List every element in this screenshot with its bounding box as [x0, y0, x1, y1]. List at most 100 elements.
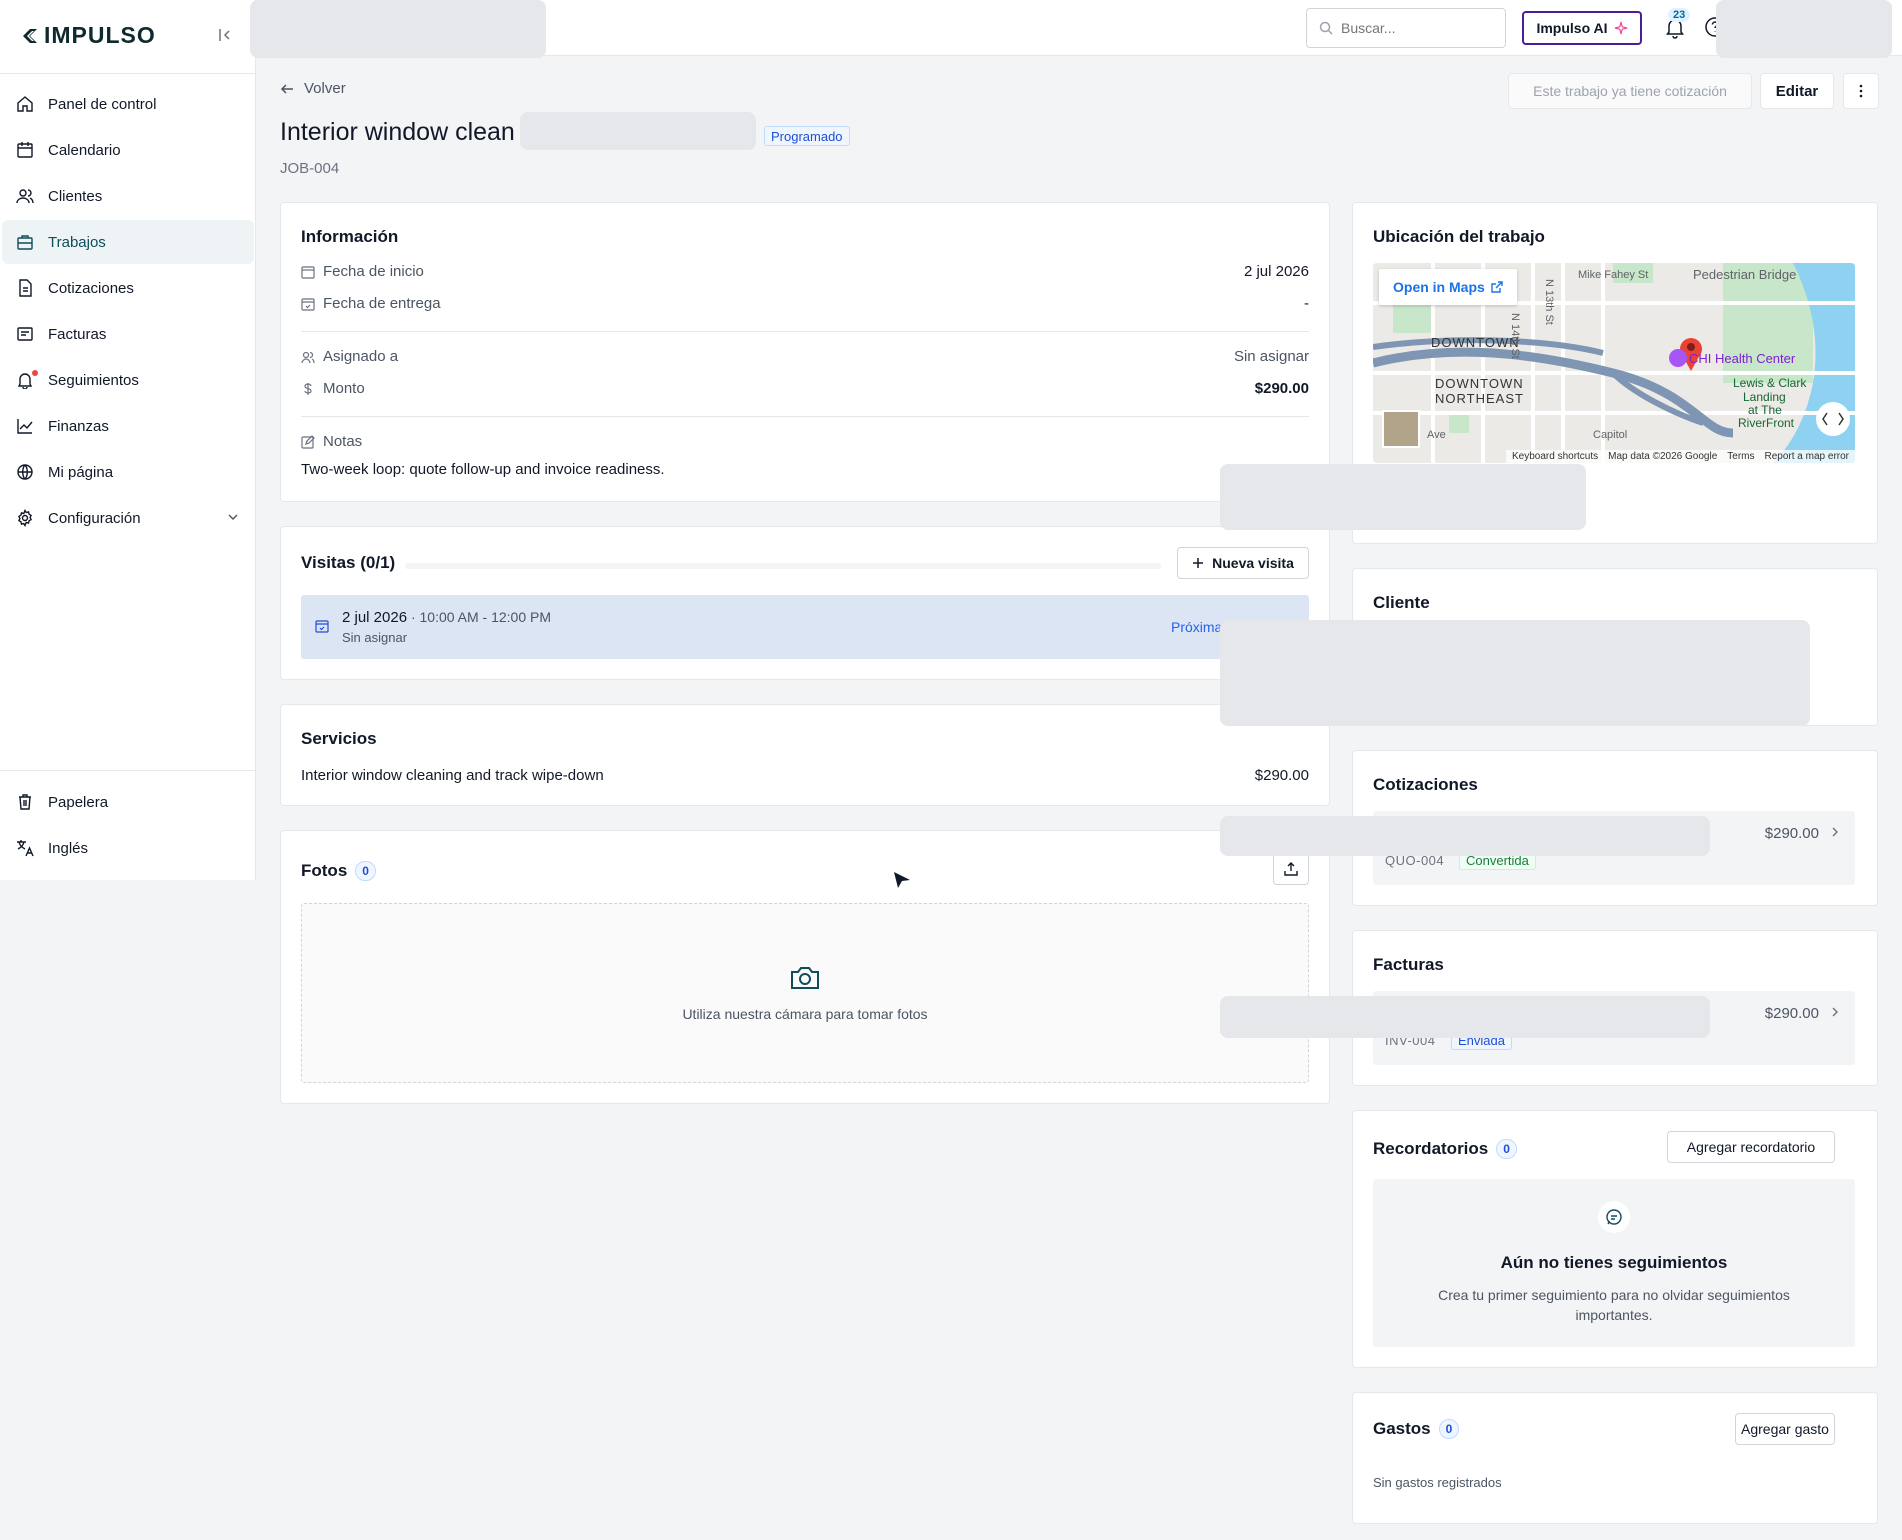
map-footer: Keyboard shortcuts Map data ©2026 Google…: [1505, 450, 1855, 463]
sidebar-item-quotes[interactable]: Cotizaciones: [2, 266, 254, 310]
expenses-empty: Sin gastos registrados: [1373, 1475, 1502, 1490]
sidebar-nav: Panel de control Calendario Clientes Tra…: [2, 82, 254, 542]
due-date-row: Fecha de entrega -: [301, 295, 1309, 312]
sidebar-item-label: Calendario: [48, 141, 121, 159]
service-name: Interior window cleaning and track wipe-…: [301, 767, 604, 784]
sidebar-item-my-page[interactable]: Mi página: [2, 450, 254, 494]
reminders-title-label: Recordatorios: [1373, 1139, 1489, 1158]
sidebar-item-trash[interactable]: Papelera: [2, 780, 254, 824]
upload-icon: [1284, 862, 1298, 876]
sidebar-item-language[interactable]: Inglés: [2, 826, 254, 870]
map-footer-shortcuts[interactable]: Keyboard shortcuts: [1512, 451, 1598, 462]
invoice-amount: $290.00: [1764, 1005, 1819, 1022]
visit-date: 2 jul 2026: [342, 609, 408, 626]
upload-photo-button[interactable]: [1273, 853, 1309, 885]
collapse-icon: [219, 29, 230, 41]
map-footer-data: Map data ©2026 Google: [1608, 451, 1718, 462]
notification-count-badge: 23: [1668, 8, 1691, 22]
sidebar-item-followups[interactable]: Seguimientos: [2, 358, 254, 402]
empty-title: Aún no tienes seguimientos: [1500, 1253, 1728, 1272]
empty-description: Crea tu primer seguimiento para no olvid…: [1438, 1287, 1790, 1323]
add-reminder-button[interactable]: Agregar recordatorio: [1667, 1131, 1835, 1163]
impulso-ai-button[interactable]: Impulso AI: [1522, 11, 1642, 45]
receipt-icon: [16, 325, 34, 343]
start-date-row: Fecha de inicio 2 jul 2026: [301, 263, 1309, 280]
globe-icon: [16, 463, 34, 481]
job-id: JOB-004: [280, 160, 340, 177]
quotes-title: Cotizaciones: [1373, 775, 1478, 794]
photos-card: Fotos 0 Utiliza nuestra cámara para toma…: [280, 830, 1330, 1104]
sidebar-bottom-divider: [0, 770, 256, 771]
home-icon: [16, 95, 34, 113]
users-icon: [301, 351, 315, 363]
photos-title: Fotos 0: [301, 861, 376, 881]
redacted-block: [1220, 996, 1710, 1038]
open-in-maps-link[interactable]: Open in Maps: [1379, 269, 1517, 305]
chart-line-icon: [16, 417, 34, 435]
edit-button[interactable]: Editar: [1760, 73, 1834, 109]
start-date-value: 2 jul 2026: [1243, 263, 1309, 280]
location-title: Ubicación del trabajo: [1373, 227, 1545, 246]
new-visit-button[interactable]: Nueva visita: [1177, 547, 1309, 579]
notes-label-row: Notas: [301, 433, 1309, 450]
assigned-row: Asignado a Sin asignar: [301, 348, 1309, 365]
map-label: NORTHEAST: [1435, 391, 1524, 406]
sidebar-item-label: Facturas: [48, 325, 107, 343]
notes-value: Two-week loop: quote follow-up and invoi…: [301, 461, 665, 478]
map-label: at The: [1748, 403, 1782, 417]
sidebar-item-jobs[interactable]: Trabajos: [2, 220, 254, 264]
invoices-title: Facturas: [1373, 955, 1444, 974]
map-label: Lewis & Clark: [1733, 376, 1807, 390]
dollar-icon: [304, 382, 312, 395]
expenses-card: Gastos 0 Agregar gasto Sin gastos regist…: [1352, 1392, 1878, 1524]
sidebar-item-label: Seguimientos: [48, 371, 139, 389]
redacted-block: [250, 0, 546, 58]
photo-dropzone[interactable]: Utiliza nuestra cámara para tomar fotos: [301, 903, 1309, 1083]
services-title: Servicios: [301, 729, 377, 748]
brand-logo[interactable]: IMPULSO: [20, 22, 156, 49]
visits-card: Visitas (0/1) Nueva visita 2 jul 2026 · …: [280, 526, 1330, 680]
briefcase-icon: [16, 233, 34, 251]
expenses-title-label: Gastos: [1373, 1419, 1431, 1438]
visit-status: Próxima: [1171, 619, 1223, 635]
map-footer-terms[interactable]: Terms: [1727, 451, 1754, 462]
job-map[interactable]: DOWNTOWN DOWNTOWN NORTHEAST CHI Health C…: [1373, 263, 1855, 463]
map-footer-report[interactable]: Report a map error: [1765, 451, 1849, 462]
assigned-value: Sin asignar: [1233, 348, 1309, 365]
map-label: DOWNTOWN: [1435, 376, 1524, 391]
trash-icon: [16, 793, 34, 811]
sidebar-item-invoices[interactable]: Facturas: [2, 312, 254, 356]
amount-label: Monto: [323, 380, 365, 397]
visit-item[interactable]: 2 jul 2026 · 10:00 AM - 12:00 PM Sin asi…: [301, 595, 1309, 659]
service-row: Interior window cleaning and track wipe-…: [301, 767, 1309, 784]
edit-note-icon: [301, 434, 315, 449]
redacted-block: [1220, 464, 1586, 530]
sidebar-item-settings[interactable]: Configuración: [2, 496, 254, 540]
assigned-label: Asignado a: [323, 348, 399, 365]
visits-title: Visitas (0/1): [301, 553, 396, 572]
sidebar-item-finances[interactable]: Finanzas: [2, 404, 254, 448]
sidebar-item-calendar[interactable]: Calendario: [2, 128, 254, 172]
quote-notice-button[interactable]: Este trabajo ya tiene cotización: [1508, 73, 1752, 109]
sidebar-item-panel[interactable]: Panel de control: [2, 82, 254, 126]
more-options-button[interactable]: [1843, 73, 1879, 109]
back-label: Volver: [304, 80, 346, 97]
amount-value: $290.00: [1254, 380, 1309, 397]
map-label: CHI Health Center: [1689, 351, 1796, 366]
search-input[interactable]: [1341, 20, 1491, 36]
arrow-left-icon: [280, 83, 293, 94]
collapse-sidebar-button[interactable]: [214, 24, 236, 46]
sidebar-item-label: Clientes: [48, 187, 103, 205]
chevron-down-icon: [228, 514, 238, 520]
sidebar-item-label: Mi página: [48, 463, 114, 481]
sidebar-item-clients[interactable]: Clientes: [2, 174, 254, 218]
file-icon: [16, 279, 34, 297]
add-expense-button[interactable]: Agregar gasto: [1735, 1413, 1835, 1445]
redacted-block: [1716, 0, 1892, 58]
logo-divider: [0, 73, 256, 74]
map-label: N 13th St: [1543, 279, 1555, 325]
search-box[interactable]: [1306, 8, 1506, 48]
divider: [301, 416, 1309, 417]
map-label: RiverFront: [1738, 416, 1795, 430]
back-link[interactable]: Volver: [280, 80, 346, 97]
